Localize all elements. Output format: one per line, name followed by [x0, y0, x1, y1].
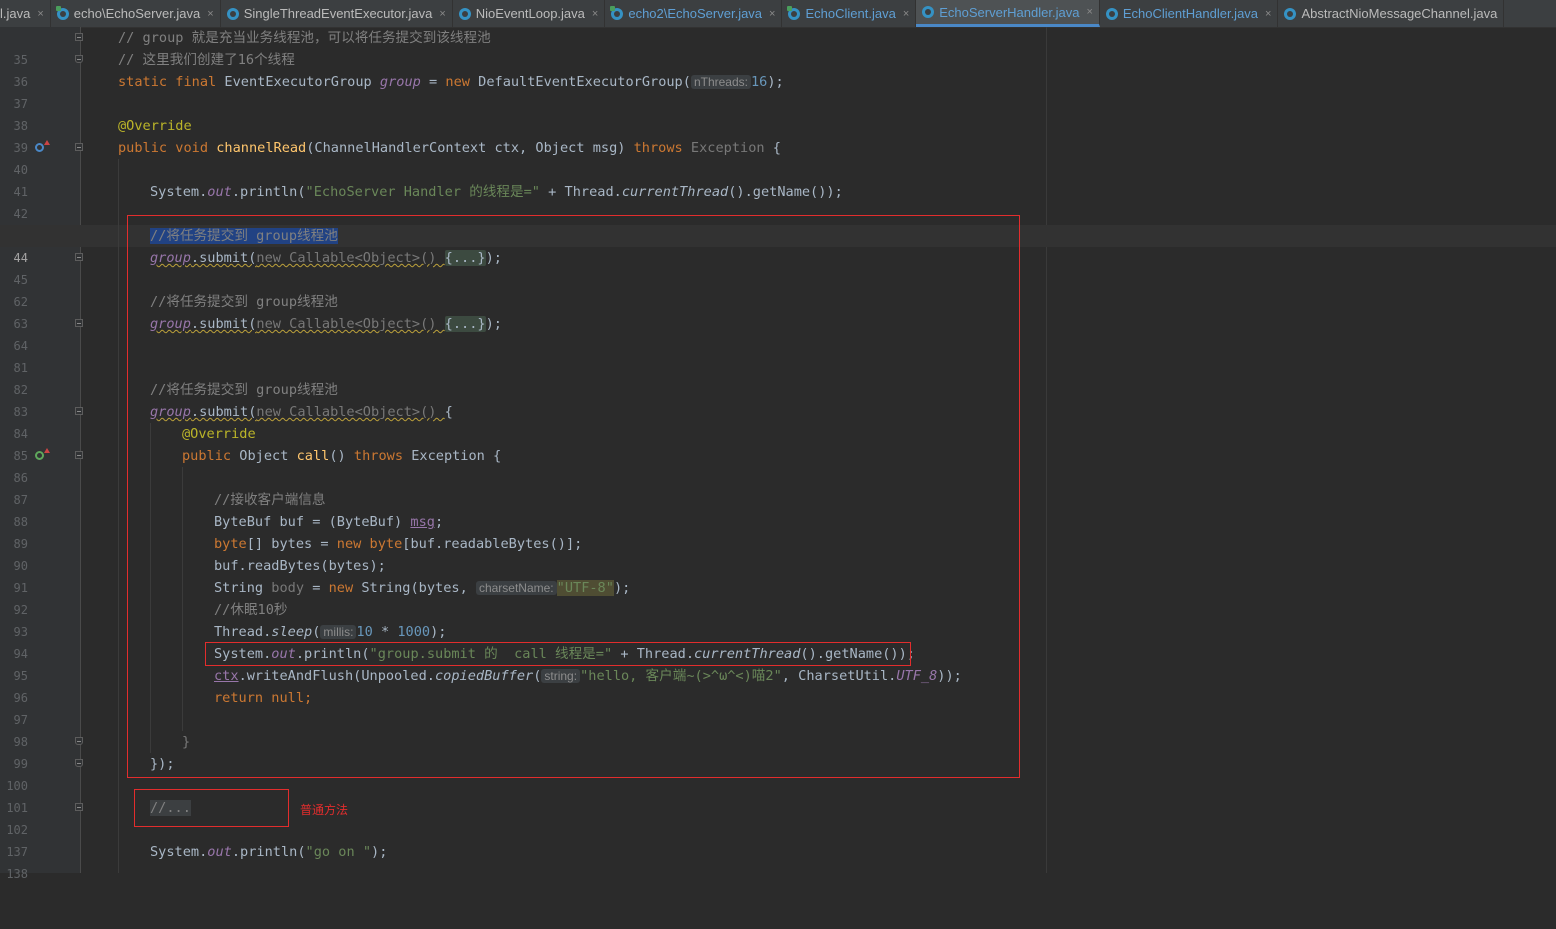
code-line-35[interactable]: 35 // group 就是充当业务线程池，可以将任务提交到该线程池: [0, 27, 1556, 67]
tab-singlethreadeventexecutor-java[interactable]: SingleThreadEventExecutor.java ×: [221, 0, 453, 27]
class-icon: [610, 5, 624, 20]
fold-end-icon[interactable]: [75, 737, 83, 745]
fold-marker-icon[interactable]: [75, 33, 83, 41]
tab-l-java[interactable]: l.java ×: [0, 0, 51, 27]
close-tab-icon[interactable]: ×: [903, 8, 909, 20]
close-tab-icon[interactable]: ×: [1265, 8, 1271, 20]
string-literal: "go on ": [305, 844, 372, 860]
tab-label: NioEventLoop.java: [475, 6, 585, 21]
implements-method-icon[interactable]: [35, 448, 50, 460]
comment: // 这里我们创建了16个线程: [118, 52, 295, 68]
class-ref: + Thread.: [539, 184, 622, 200]
tab-echoserverhandler-java[interactable]: EchoServerHandler.java ×: [916, 0, 1100, 27]
close-tab-icon[interactable]: ×: [1086, 6, 1092, 18]
constructor-call: DefaultEventExecutorGroup(: [478, 74, 691, 90]
method-call: .println(: [231, 844, 306, 860]
fold-expand-icon[interactable]: [75, 253, 83, 261]
modified-marker-icon: [610, 5, 616, 11]
modified-marker-icon: [55, 5, 61, 11]
class-icon: [1105, 7, 1118, 20]
tab-label: EchoServerHandler.java: [939, 4, 1080, 20]
brace: {: [764, 140, 781, 156]
tab-label: echo\EchoServer.java: [73, 6, 201, 21]
tab-label: l.java: [0, 6, 31, 21]
tab-echo-echoserver-java[interactable]: echo\EchoServer.java ×: [51, 0, 221, 27]
class-icon: [787, 5, 801, 20]
class-ref: System.: [150, 844, 208, 860]
code-line-39[interactable]: 39 @Override: [0, 115, 1556, 155]
class-icon: [226, 7, 239, 20]
static-field: out: [207, 844, 232, 860]
close-tab-icon[interactable]: ×: [207, 8, 213, 20]
code-editor[interactable]: 35 // group 就是充当业务线程池，可以将任务提交到该线程池 36 //…: [0, 27, 1556, 881]
close-tab-icon[interactable]: ×: [37, 8, 43, 20]
punctuation: );: [371, 844, 388, 860]
keyword: static final: [118, 74, 225, 90]
parameters: (ChannelHandlerContext ctx, Object msg): [306, 140, 634, 156]
tab-label: AbstractNioMessageChannel.java: [1301, 6, 1498, 21]
highlight-box-folded-method: [134, 789, 289, 827]
code-line-40[interactable]: 40 public void channelRead(ChannelHandle…: [0, 137, 1556, 177]
tab-nioeventloop-java[interactable]: NioEventLoop.java ×: [453, 0, 606, 27]
close-tab-icon[interactable]: ×: [592, 8, 598, 20]
string-literal: "EchoServer Handler 的线程是=": [305, 184, 540, 200]
tab-echoclienthandler-java[interactable]: EchoClientHandler.java ×: [1100, 0, 1279, 27]
fold-expand-icon[interactable]: [75, 803, 83, 811]
operator: =: [420, 74, 446, 90]
class-icon: [55, 5, 69, 20]
field-name: group: [379, 74, 421, 90]
static-field: out: [207, 184, 232, 200]
method-call: .println(: [231, 184, 306, 200]
tab-label: EchoClient.java: [805, 6, 896, 21]
parameter-hint: nThreads:: [690, 75, 751, 89]
number-literal: 16: [750, 74, 768, 90]
tab-echo2-echoserver-java[interactable]: echo2\EchoServer.java ×: [605, 0, 783, 27]
code-line-37[interactable]: 37 static final EventExecutorGroup group…: [0, 71, 1556, 111]
class-icon: [458, 7, 471, 20]
punctuation: );: [767, 74, 784, 90]
code-line-36[interactable]: 36 // 这里我们创建了16个线程: [0, 49, 1556, 89]
tab-label: SingleThreadEventExecutor.java: [243, 6, 433, 21]
keyword: new: [445, 74, 479, 90]
keyword: public void: [118, 140, 217, 156]
type-name: EventExecutorGroup: [224, 74, 380, 90]
override-method-icon[interactable]: [35, 140, 50, 152]
code-line-41[interactable]: 41: [0, 159, 1556, 199]
line-number: 138: [6, 867, 28, 881]
fold-marker-icon[interactable]: [75, 407, 83, 415]
class-icon: [1284, 7, 1297, 20]
close-tab-icon[interactable]: ×: [439, 8, 445, 20]
fold-end-icon[interactable]: [75, 55, 83, 63]
code-line-42[interactable]: 42 System.out.println("EchoServer Handle…: [0, 181, 1556, 221]
fold-expand-icon[interactable]: [75, 319, 83, 327]
annotation-note: 普通方法: [300, 803, 349, 817]
tab-label: echo2\EchoServer.java: [628, 6, 763, 21]
exception-type: Exception: [690, 140, 765, 156]
annotation: @Override: [118, 118, 192, 134]
fold-marker-icon[interactable]: [75, 143, 83, 151]
highlight-box-submit-blocks: [127, 215, 1020, 778]
modified-marker-icon: [787, 5, 793, 11]
code-line-138[interactable]: 138 System.out.println("go on ");: [0, 841, 1556, 881]
fold-end-icon[interactable]: [75, 759, 83, 767]
editor-tab-bar: l.java × echo\EchoServer.java × SingleThread…: [0, 0, 1556, 28]
fold-marker-icon[interactable]: [75, 451, 83, 459]
highlight-box-println-call: [205, 642, 911, 666]
indent-guide: [118, 159, 119, 873]
close-tab-icon[interactable]: ×: [769, 8, 775, 20]
tab-abstractniomessagechannel-java[interactable]: AbstractNioMessageChannel.java: [1278, 0, 1505, 27]
keyword: throws: [633, 140, 691, 156]
tab-echoclient-java[interactable]: EchoClient.java ×: [782, 0, 917, 27]
class-icon: [922, 6, 935, 18]
code-line-38[interactable]: 38: [0, 93, 1556, 133]
tab-label: EchoClientHandler.java: [1122, 6, 1259, 21]
comment: // group 就是充当业务线程池，可以将任务提交到该线程池: [118, 30, 491, 46]
class-ref: System.: [150, 184, 208, 200]
method-call: ().getName());: [728, 184, 843, 200]
static-method: currentThread: [621, 184, 729, 200]
method-name: channelRead: [216, 140, 307, 156]
